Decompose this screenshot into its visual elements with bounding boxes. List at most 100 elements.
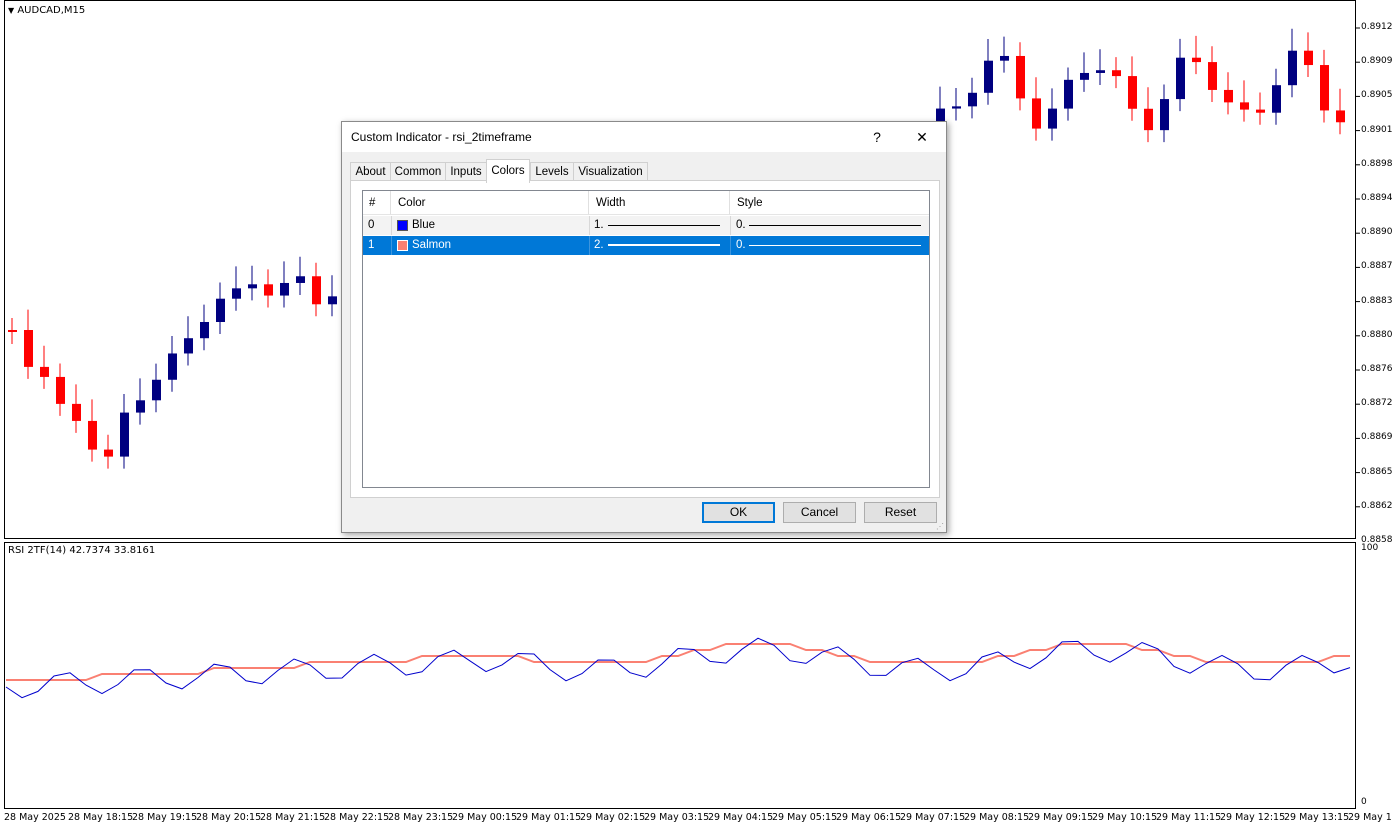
rsi-chart-frame — [4, 542, 1356, 809]
color-name[interactable]: Blue — [412, 216, 435, 235]
candle-body — [1240, 102, 1249, 110]
style-value[interactable]: 0. — [736, 236, 746, 255]
time-tick-label: 29 May 10:15 — [1092, 812, 1158, 823]
header-width[interactable]: Width — [589, 191, 730, 215]
candle-body — [216, 298, 225, 322]
time-tick-label: 29 May 11:15 — [1156, 812, 1222, 823]
width-sample-line — [608, 244, 720, 246]
rsi-scale-min: 0 — [1361, 797, 1367, 807]
price-tick-label: 0.88980 — [1361, 158, 1392, 169]
width-value[interactable]: 2. — [594, 236, 604, 255]
candle-body — [984, 60, 993, 93]
reset-button[interactable]: Reset — [864, 502, 937, 523]
table-row[interactable]: 0 Blue 1. 0. — [363, 216, 929, 235]
price-tick-label: 0.88905 — [1361, 227, 1392, 238]
close-button[interactable]: ✕ — [907, 126, 937, 148]
price-tick-label: 0.88725 — [1361, 398, 1392, 409]
header-style[interactable]: Style — [730, 191, 929, 215]
price-tick-label: 0.88765 — [1361, 364, 1392, 374]
time-tick-label: 28 May 19:15 — [132, 812, 198, 823]
price-tick-label: 0.88620 — [1361, 500, 1392, 511]
time-tick-label: 29 May 12:15 — [1220, 812, 1286, 823]
help-button[interactable]: ? — [862, 126, 892, 148]
candle-body — [152, 379, 161, 401]
candle-body — [1192, 57, 1201, 63]
time-tick-label: 29 May 13:15 — [1284, 812, 1350, 823]
candle-body — [1000, 55, 1009, 61]
candle-body — [88, 420, 97, 450]
tab-common[interactable]: Common — [390, 162, 446, 182]
candle-body — [1096, 70, 1105, 73]
candle-body — [312, 276, 321, 305]
candle-body — [1208, 62, 1217, 90]
candle-body — [1128, 76, 1137, 109]
tab-colors[interactable]: Colors — [486, 159, 530, 183]
header-color[interactable]: Color — [391, 191, 589, 215]
candle-body — [72, 403, 81, 421]
rsi-chart-svg[interactable] — [0, 542, 1392, 810]
rsi-fast-line — [5, 637, 1351, 699]
custom-indicator-dialog[interactable]: Custom Indicator - rsi_2timeframe ? ✕ Ab… — [341, 121, 947, 533]
color-name[interactable]: Salmon — [412, 236, 451, 255]
candle-body — [264, 284, 273, 296]
candle-body — [296, 276, 305, 283]
header-index[interactable]: # — [363, 191, 391, 215]
rsi-scale-max: 100 — [1361, 543, 1379, 553]
time-tick-label: 29 May 05:15 — [772, 812, 838, 823]
row-index: 1 — [368, 239, 375, 251]
time-tick-label: 28 May 18:15 — [68, 812, 134, 823]
resize-grip-icon[interactable]: ⋰ — [936, 522, 944, 531]
rsi-chart[interactable] — [0, 542, 1392, 810]
candle-body — [1288, 50, 1297, 86]
time-tick-label: 28 May 20:15 — [196, 812, 262, 823]
dialog-titlebar[interactable]: Custom Indicator - rsi_2timeframe ? ✕ — [342, 122, 946, 152]
price-tick-label: 0.89050 — [1361, 90, 1392, 101]
time-tick-label: 29 May 02:15 — [580, 812, 646, 823]
symbol-label: ▼ AUDCAD,M15 — [8, 5, 86, 16]
color-swatch[interactable] — [397, 220, 408, 231]
price-tick-label: 0.88870 — [1361, 261, 1392, 272]
candle-body — [1112, 70, 1121, 77]
time-tick-label: 29 May 03:15 — [644, 812, 710, 823]
time-tick-label: 29 May 06:15 — [836, 812, 902, 823]
price-tick-label: 0.89125 — [1361, 22, 1392, 32]
candle-body — [24, 330, 33, 367]
ok-button[interactable]: OK — [702, 502, 775, 523]
candle-body — [1048, 108, 1057, 129]
rsi-label: RSI 2TF(14) 42.7374 33.8161 — [8, 545, 156, 556]
width-sample-line — [608, 225, 720, 226]
candle-body — [8, 330, 17, 332]
candle-body — [952, 106, 961, 109]
dialog-title: Custom Indicator - rsi_2timeframe — [351, 130, 532, 144]
price-tick-label: 0.88655 — [1361, 466, 1392, 477]
color-swatch[interactable] — [397, 240, 408, 251]
candle-body — [328, 296, 337, 305]
cancel-button[interactable]: Cancel — [783, 502, 856, 523]
candle-body — [136, 400, 145, 413]
candle-body — [1320, 65, 1329, 111]
price-tick-label: 0.88835 — [1361, 295, 1392, 306]
table-row-selected[interactable]: 1 Salmon 2. 0. — [363, 236, 929, 255]
tab-levels[interactable]: Levels — [530, 162, 574, 182]
candle-body — [120, 412, 129, 457]
candle-body — [1144, 108, 1153, 131]
candle-body — [1304, 50, 1313, 66]
candle-body — [1016, 55, 1025, 99]
candle-body — [248, 284, 257, 289]
chart-menu-icon[interactable]: ▼ — [8, 6, 14, 15]
time-tick-label: 29 May 09:15 — [1028, 812, 1094, 823]
candle-body — [1336, 110, 1345, 123]
colors-table[interactable]: # Color Width Style 0 Blue 1. 0. 1 Salmo… — [362, 190, 930, 488]
candle-body — [168, 353, 177, 380]
style-value[interactable]: 0. — [736, 216, 746, 235]
candle-body — [104, 449, 113, 457]
style-sample-line — [749, 245, 921, 246]
candle-body — [1176, 57, 1185, 100]
time-tick-label: 29 May 08:15 — [964, 812, 1030, 823]
tab-inputs[interactable]: Inputs — [445, 162, 487, 182]
candle-body — [1064, 79, 1073, 109]
width-value[interactable]: 1. — [594, 216, 604, 235]
tab-visualization[interactable]: Visualization — [573, 162, 648, 182]
time-tick-label: 29 May 14 — [1348, 812, 1392, 823]
tab-about[interactable]: About — [350, 162, 391, 182]
